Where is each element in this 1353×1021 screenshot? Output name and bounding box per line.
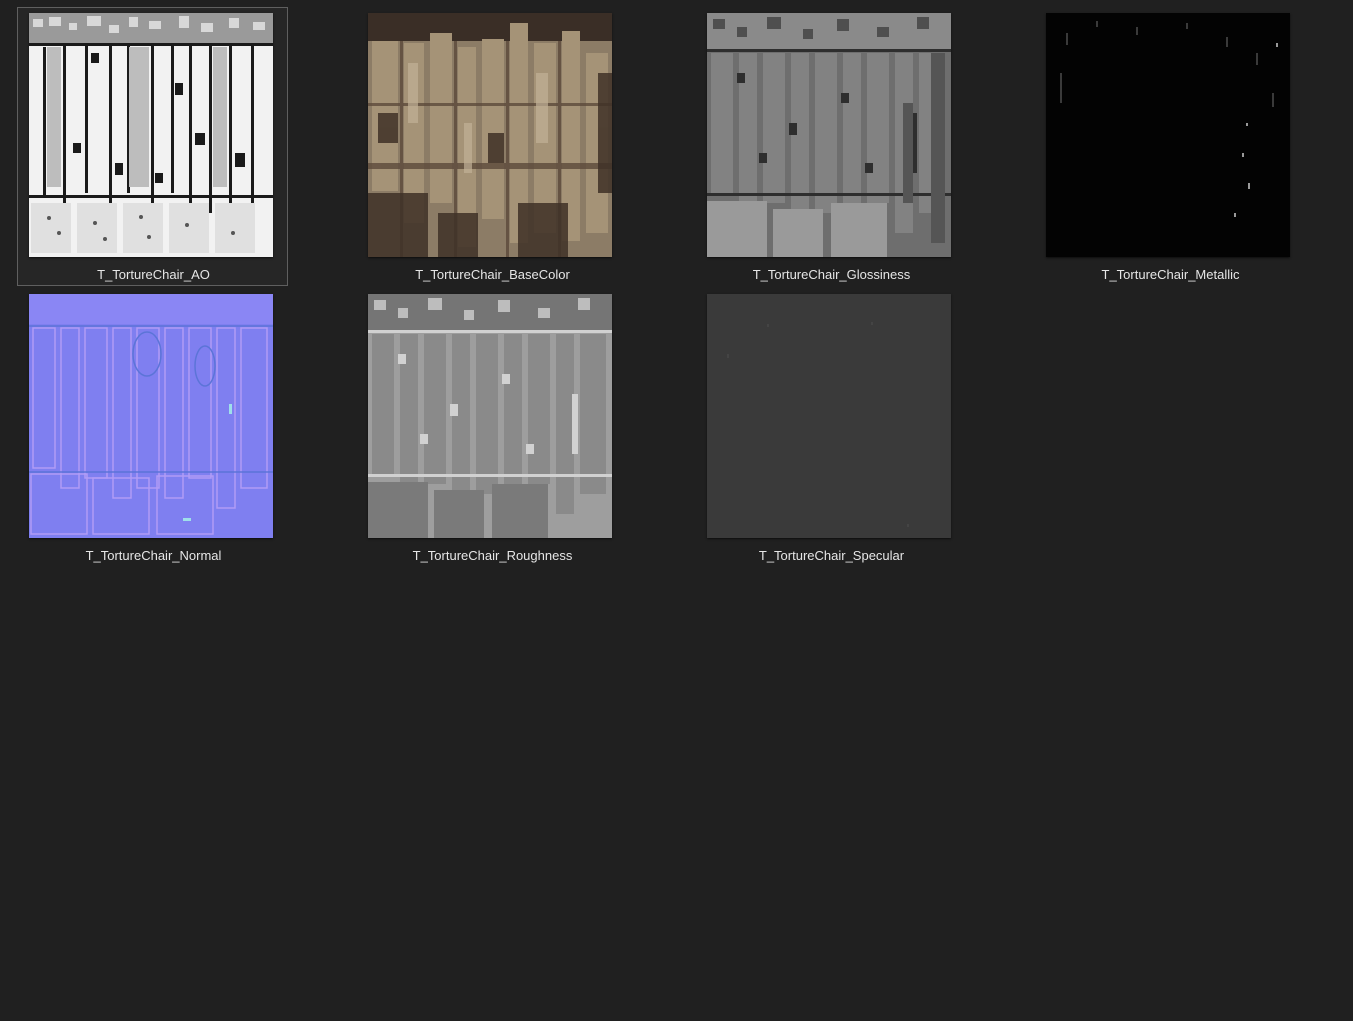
texture-thumbnail-normal bbox=[29, 294, 273, 538]
texture-thumbnail-ao bbox=[29, 13, 273, 257]
texture-thumbnail-metallic bbox=[1046, 13, 1290, 257]
file-item-ao[interactable]: T_TortureChair_AO bbox=[17, 7, 288, 286]
ao-map-image bbox=[29, 13, 273, 257]
specular-map-image bbox=[707, 294, 951, 538]
file-item-basecolor[interactable]: T_TortureChair_BaseColor bbox=[356, 7, 627, 286]
texture-thumbnail-glossiness bbox=[707, 13, 951, 257]
file-name-label: T_TortureChair_Glossiness bbox=[752, 267, 911, 282]
file-name-label: T_TortureChair_Roughness bbox=[412, 548, 573, 563]
file-name-label: T_TortureChair_Specular bbox=[758, 548, 905, 563]
glossiness-map-image bbox=[707, 13, 951, 257]
metallic-map-image bbox=[1046, 13, 1290, 257]
texture-thumbnail-specular bbox=[707, 294, 951, 538]
file-item-roughness[interactable]: T_TortureChair_Roughness bbox=[356, 288, 627, 567]
file-grid: T_TortureChair_AO T_TortureChair_BaseCol… bbox=[0, 0, 1353, 1021]
file-item-metallic[interactable]: T_TortureChair_Metallic bbox=[1034, 7, 1305, 286]
file-item-specular[interactable]: T_TortureChair_Specular bbox=[695, 288, 966, 567]
file-name-label: T_TortureChair_AO bbox=[97, 267, 210, 282]
basecolor-map-image bbox=[368, 13, 612, 257]
file-name-label: T_TortureChair_Normal bbox=[85, 548, 222, 563]
file-name-label: T_TortureChair_Metallic bbox=[1101, 267, 1240, 282]
file-name-label: T_TortureChair_BaseColor bbox=[415, 267, 570, 282]
roughness-map-image bbox=[368, 294, 612, 538]
normal-map-image bbox=[29, 294, 273, 538]
texture-thumbnail-roughness bbox=[368, 294, 612, 538]
file-item-glossiness[interactable]: T_TortureChair_Glossiness bbox=[695, 7, 966, 286]
file-item-normal[interactable]: T_TortureChair_Normal bbox=[17, 288, 288, 567]
texture-thumbnail-basecolor bbox=[368, 13, 612, 257]
